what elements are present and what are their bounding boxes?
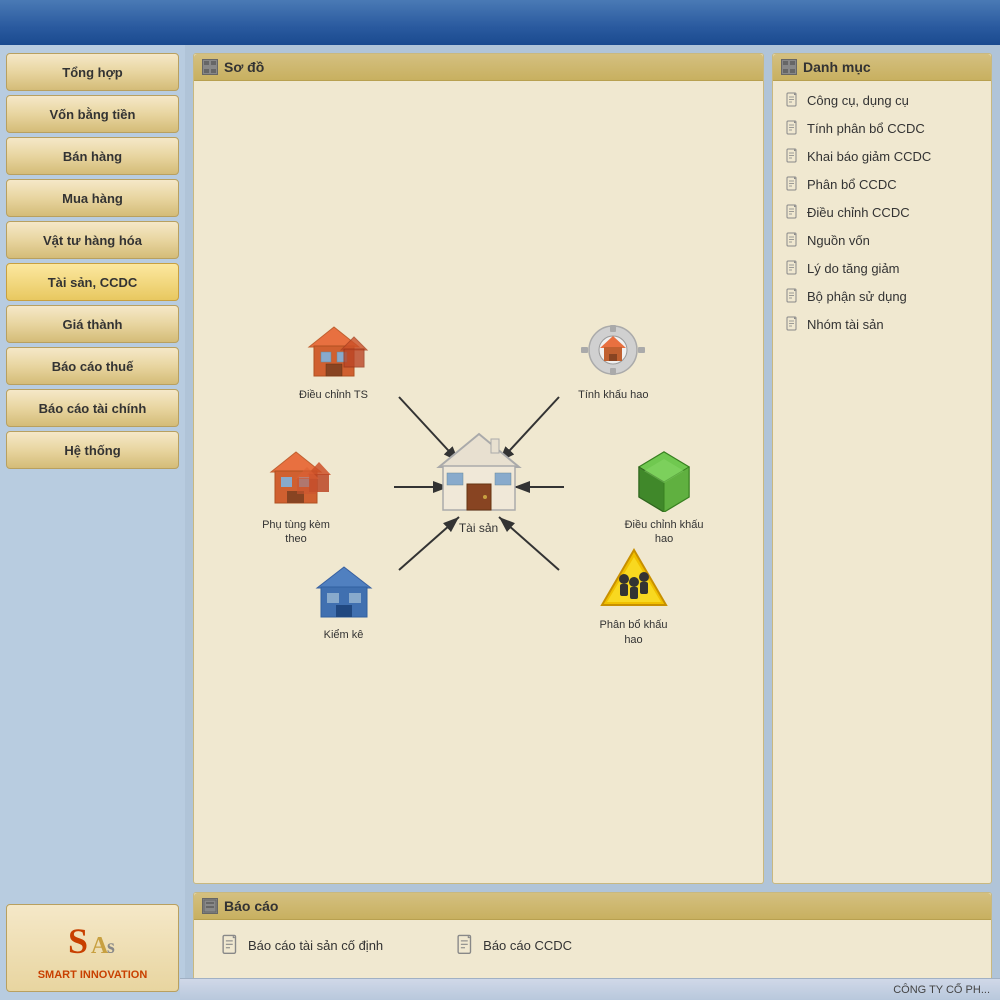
document-icon xyxy=(785,204,799,220)
top-bar xyxy=(0,0,1000,45)
so-do-header: Sơ đồ xyxy=(194,54,763,81)
node-phan-bo-khau-hao[interactable]: Phân bổ khấuhao xyxy=(599,547,669,647)
house-center[interactable]: Tài sản xyxy=(429,429,529,535)
danh-muc-item[interactable]: Điều chỉnh CCDC xyxy=(777,199,987,225)
sidebar-item-tong-hop[interactable]: Tổng hợp xyxy=(6,53,179,91)
danh-muc-item[interactable]: Lý do tăng giảm xyxy=(777,255,987,281)
building-orange-2 xyxy=(259,447,334,512)
danh-muc-item-label: Tính phân bổ CCDC xyxy=(807,121,925,136)
bao-cao-title: Báo cáo xyxy=(224,898,278,914)
danh-muc-list: Công cụ, dụng cụ Tính phân bổ CCDC Khai … xyxy=(773,81,991,343)
danh-muc-item-label: Khai báo giảm CCDC xyxy=(807,149,931,164)
node-kiem-ke-label: Kiểm kê xyxy=(309,628,379,642)
danh-muc-item[interactable]: Nhóm tài sản xyxy=(777,311,987,337)
document-icon xyxy=(220,934,240,956)
sidebar-item-he-thong[interactable]: Hệ thống xyxy=(6,431,179,469)
sidebar-item-tai-san-ccdc[interactable]: Tài sản, CCDC xyxy=(6,263,179,301)
sidebar-item-bao-cao-thue[interactable]: Báo cáo thuế xyxy=(6,347,179,385)
node-dieu-chinh-ts-label: Điều chỉnh TS xyxy=(299,388,369,402)
danh-muc-item[interactable]: Khai báo giảm CCDC xyxy=(777,143,987,169)
document-icon xyxy=(785,232,799,248)
document-icon xyxy=(785,260,799,276)
bao-cao-item-label: Báo cáo tài sản cố định xyxy=(248,938,383,953)
green-3d-icon xyxy=(629,447,699,512)
so-do-icon xyxy=(202,59,218,75)
danh-muc-item-label: Điều chỉnh CCDC xyxy=(807,205,910,220)
node-dieu-chinh-ts[interactable]: Điều chỉnh TS xyxy=(299,322,369,402)
so-do-panel: Sơ đồ xyxy=(193,53,764,884)
so-do-content: Điều chỉnh TS xyxy=(194,81,763,883)
logo-label: SMART INNOVATION xyxy=(38,969,148,981)
danh-muc-item[interactable]: Bộ phận sử dụng xyxy=(777,283,987,309)
danh-muc-panel: Danh mục Công cụ, dụng cụ Tính phân bổ C… xyxy=(772,53,992,884)
document-icon xyxy=(785,120,799,136)
danh-muc-item[interactable]: Phân bổ CCDC xyxy=(777,171,987,197)
warning-people-icon xyxy=(599,547,669,612)
sidebar-item-ban-hang[interactable]: Bán hàng xyxy=(6,137,179,175)
danh-muc-item-label: Nguồn vốn xyxy=(807,233,870,248)
danh-muc-item[interactable]: Tính phân bổ CCDC xyxy=(777,115,987,141)
document-icon xyxy=(785,316,799,332)
sidebar-item-von-bang-tien[interactable]: Vốn bằng tiền xyxy=(6,95,179,133)
diagram: Điều chỉnh TS xyxy=(239,292,719,672)
sidebar-item-mua-hang[interactable]: Mua hàng xyxy=(6,179,179,217)
danh-muc-item-label: Công cụ, dụng cụ xyxy=(807,93,909,108)
bao-cao-panel: Báo cáo Báo cáo tài sản cố định Báo cáo … xyxy=(193,892,992,992)
bao-cao-item-label: Báo cáo CCDC xyxy=(483,938,572,953)
danh-muc-title: Danh mục xyxy=(803,59,871,75)
gear-house-icon xyxy=(578,322,648,382)
node-tinh-khau-hao-label: Tính khấu hao xyxy=(578,388,648,402)
house-main-icon xyxy=(429,429,529,514)
sidebar-item-vat-tu-hang-hoa[interactable]: Vật tư hàng hóa xyxy=(6,221,179,259)
node-phan-bo-khau-hao-label: Phân bổ khấuhao xyxy=(599,618,669,647)
so-do-title: Sơ đồ xyxy=(224,59,264,75)
document-icon xyxy=(785,148,799,164)
building-orange-1 xyxy=(299,322,369,382)
main-container: Tổng hợp Vốn bằng tiền Bán hàng Mua hàng Vật… xyxy=(0,45,1000,1000)
house-label: Tài sản xyxy=(429,521,529,535)
document-icon xyxy=(785,92,799,108)
svg-text:s: s xyxy=(107,936,115,958)
svg-text:S: S xyxy=(68,921,88,961)
danh-muc-item-label: Bộ phận sử dụng xyxy=(807,289,907,304)
bao-cao-icon xyxy=(202,898,218,914)
sidebar: Tổng hợp Vốn bằng tiền Bán hàng Mua hàng Vật… xyxy=(0,45,185,1000)
danh-muc-item-label: Phân bổ CCDC xyxy=(807,177,897,192)
top-row: Sơ đồ xyxy=(193,53,992,884)
building-blue-icon xyxy=(309,562,379,622)
danh-muc-item[interactable]: Công cụ, dụng cụ xyxy=(777,87,987,113)
danh-muc-icon xyxy=(781,59,797,75)
status-bar: CÔNG TY CỐ PH... xyxy=(180,978,1000,1000)
bao-cao-item[interactable]: Báo cáo tài sản cố định xyxy=(214,930,389,960)
danh-muc-item[interactable]: Nguồn vốn xyxy=(777,227,987,253)
status-text: CÔNG TY CỐ PH... xyxy=(893,984,990,996)
danh-muc-item-label: Nhóm tài sản xyxy=(807,317,884,332)
node-tinh-khau-hao[interactable]: Tính khấu hao xyxy=(578,322,648,402)
bao-cao-header: Báo cáo xyxy=(194,893,991,920)
document-icon xyxy=(785,288,799,304)
sidebar-item-bao-cao-tai-chinh[interactable]: Báo cáo tài chính xyxy=(6,389,179,427)
content-area: Sơ đồ xyxy=(185,45,1000,1000)
node-kiem-ke[interactable]: Kiểm kê xyxy=(309,562,379,642)
node-dieu-chinh-khau-hao[interactable]: Điều chỉnh khấuhao xyxy=(625,447,704,547)
document-icon xyxy=(455,934,475,956)
bao-cao-content: Báo cáo tài sản cố định Báo cáo CCDC xyxy=(194,920,991,970)
sidebar-item-gia-thanh[interactable]: Giá thành xyxy=(6,305,179,343)
bao-cao-item[interactable]: Báo cáo CCDC xyxy=(449,930,578,960)
danh-muc-item-label: Lý do tăng giảm xyxy=(807,261,900,276)
document-icon xyxy=(785,176,799,192)
node-dieu-chinh-khau-hao-label: Điều chỉnh khấuhao xyxy=(625,518,704,547)
company-logo-icon: S A s xyxy=(63,915,123,965)
node-phu-tung[interactable]: Phụ tùng kèmtheo xyxy=(259,447,334,547)
node-phu-tung-label: Phụ tùng kèmtheo xyxy=(259,518,334,547)
sidebar-logo: S A s SMART INNOVATION xyxy=(6,904,179,992)
danh-muc-header: Danh mục xyxy=(773,54,991,81)
